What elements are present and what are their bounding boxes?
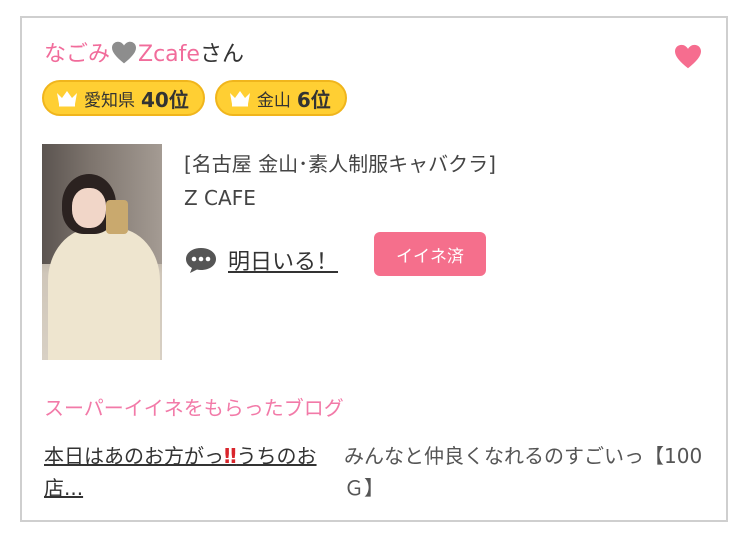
status-row: 明日いる！ xyxy=(184,244,338,276)
ranking-badges: 愛知県 40位 金山 6位 xyxy=(42,80,347,116)
crown-icon xyxy=(229,89,251,107)
rank-value: 40位 xyxy=(141,87,189,112)
blog-section-heading: スーパーイイネをもらったブログ xyxy=(44,396,344,420)
shop-name[interactable]: Z CAFE xyxy=(184,184,256,212)
rank-value: 6位 xyxy=(296,87,331,112)
blog-title-part1[interactable]: 本日はあのお方がっ xyxy=(44,444,224,468)
blog-title-link[interactable]: 本日はあのお方がっ‼うちのお店... xyxy=(44,440,344,504)
girl-name-first[interactable]: なごみ xyxy=(44,42,110,67)
girl-name-suffix: さん xyxy=(199,42,244,67)
girl-name[interactable]: なごみ Zcafeさん xyxy=(44,40,244,74)
rank-area-label: 愛知県 xyxy=(84,90,135,111)
status-link[interactable]: 明日いる！ xyxy=(228,244,338,276)
rank-area-label: 金山 xyxy=(256,90,291,111)
girl-photo[interactable] xyxy=(42,144,162,360)
shop-category: [名古屋 金山･素人制服キャバクラ] xyxy=(184,152,496,176)
double-exclamation-icon: ‼ xyxy=(224,444,237,468)
favorite-heart-icon[interactable] xyxy=(674,44,702,70)
gray-heart-icon xyxy=(111,41,137,74)
rank-badge-prefecture: 愛知県 40位 xyxy=(42,80,205,116)
iine-done-button[interactable]: イイネ済 xyxy=(374,232,486,276)
speech-bubble-icon xyxy=(184,246,218,274)
blog-excerpt: みんなと仲良くなれるのすごいっ【100Ｇ】 xyxy=(344,444,703,500)
girl-name-brand[interactable]: Zcafe xyxy=(138,42,200,67)
girl-card: なごみ Zcafeさん 愛知県 40位 金山 6位 [名古屋 金山･素人制服キャバ… xyxy=(20,16,728,522)
rank-badge-area: 金山 6位 xyxy=(214,80,347,116)
crown-icon xyxy=(56,89,78,107)
